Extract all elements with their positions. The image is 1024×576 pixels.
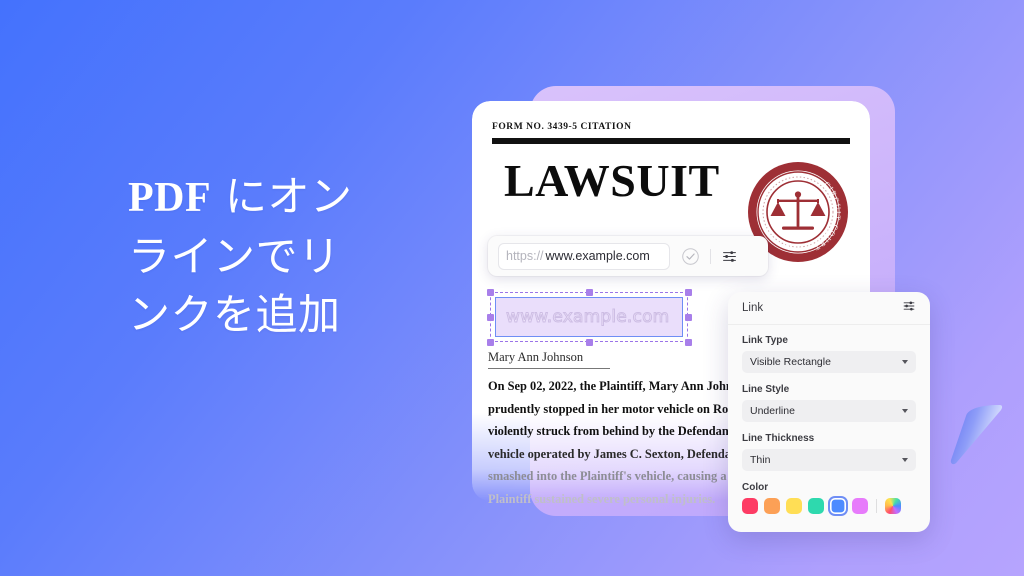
chevron-down-icon (902, 360, 908, 364)
form-number: FORM NO. 3439-5 CITATION (492, 122, 632, 132)
color-swatch-magenta[interactable] (852, 498, 868, 514)
url-input[interactable]: https:// www.example.com (498, 242, 670, 270)
resize-handle-top-left[interactable] (486, 288, 494, 296)
color-label: Color (742, 482, 769, 493)
signature-line: Mary Ann Johnson (488, 350, 610, 369)
line-thickness-label: Line Thickness (742, 433, 815, 444)
link-properties-panel: Link Link Type Visible Rectangle Line St… (728, 292, 930, 532)
check-circle-icon[interactable] (681, 247, 700, 266)
headline-line-1: PDF にオン (128, 168, 428, 228)
line-style-value: Underline (750, 405, 795, 417)
link-type-select[interactable]: Visible Rectangle (742, 351, 916, 373)
panel-title: Link (742, 302, 764, 314)
link-type-label: Link Type (742, 335, 788, 346)
panel-header: Link (728, 292, 930, 325)
color-swatch-yellow[interactable] (786, 498, 802, 514)
link-text: www.example.com (505, 307, 670, 328)
url-prefix: https:// (506, 249, 544, 263)
page-title: PDF にオン ラインでリ ンクを追加 (128, 168, 428, 344)
color-swatch-red[interactable] (742, 498, 758, 514)
color-swatch-teal[interactable] (808, 498, 824, 514)
resize-handle-middle-right[interactable] (684, 313, 692, 321)
headline-line-3: ンクを追加 (128, 289, 341, 339)
resize-handle-bottom-left[interactable] (486, 338, 494, 346)
link-selection-box[interactable]: www.example.com (486, 288, 692, 346)
sliders-icon[interactable] (721, 248, 738, 265)
headline-latin: PDF (128, 175, 212, 221)
screenshot-canvas: PDF にオン ラインでリ ンクを追加 FORM NO. 3439-5 CITA… (0, 0, 1024, 576)
resize-handle-top-right[interactable] (684, 288, 692, 296)
color-swatch-orange[interactable] (764, 498, 780, 514)
url-toolbar: https:// www.example.com (488, 236, 768, 276)
line-style-select[interactable]: Underline (742, 400, 916, 422)
headline-jp-1: にオン (211, 172, 353, 221)
headline-line-2: ラインでリ (128, 231, 341, 281)
custom-color-picker[interactable] (885, 498, 901, 514)
link-type-value: Visible Rectangle (750, 356, 831, 368)
resize-handle-bottom-right[interactable] (684, 338, 692, 346)
line-thickness-select[interactable]: Thin (742, 449, 916, 471)
sliders-icon[interactable] (902, 299, 916, 318)
chevron-down-icon (902, 458, 908, 462)
line-style-label: Line Style (742, 384, 790, 395)
3d-cone-shape (950, 405, 1003, 465)
link-field[interactable]: www.example.com (495, 297, 683, 337)
resize-handle-bottom-center[interactable] (585, 338, 593, 346)
chevron-down-icon (902, 409, 908, 413)
header-rule (492, 138, 850, 144)
line-thickness-value: Thin (750, 454, 771, 466)
toolbar-divider (710, 248, 711, 264)
url-value: www.example.com (545, 249, 650, 263)
resize-handle-middle-left[interactable] (486, 313, 494, 321)
color-swatch-row (742, 498, 916, 514)
swatch-divider (876, 499, 877, 513)
resize-handle-top-center[interactable] (585, 288, 593, 296)
color-swatch-blue-selected[interactable] (830, 498, 846, 514)
